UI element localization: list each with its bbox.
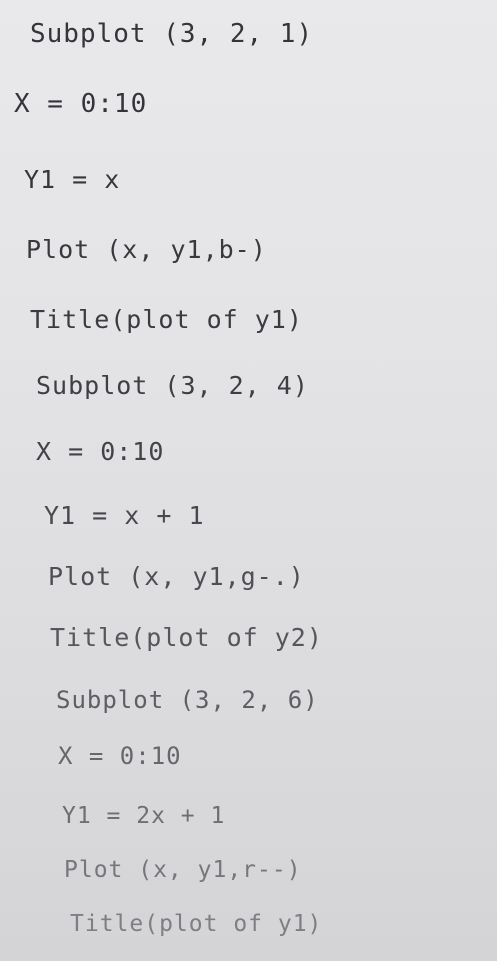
code-line-title-1: Title(plot of y1) xyxy=(30,305,303,334)
code-line-x-range-1: X = 0:10 xyxy=(14,89,148,119)
code-line-subplot-3: Subplot (3, 2, 6) xyxy=(56,686,319,714)
code-line-plot-3: Plot (x, y1,r--) xyxy=(64,857,302,883)
code-line-plot-1: Plot (x, y1,b-) xyxy=(26,235,267,264)
code-line-y1-def-3: Y1 = 2x + 1 xyxy=(62,803,226,829)
code-line-x-range-3: X = 0:10 xyxy=(58,742,182,770)
code-line-y1-def-2: Y1 = x + 1 xyxy=(44,501,205,530)
code-line-x-range-2: X = 0:10 xyxy=(36,437,165,466)
code-line-title-2: Title(plot of y2) xyxy=(50,623,323,652)
code-line-title-3: Title(plot of y1) xyxy=(70,911,323,937)
code-page: Subplot (3, 2, 1) X = 0:10 Y1 = x Plot (… xyxy=(0,0,497,961)
code-line-y1-def-1: Y1 = x xyxy=(24,165,121,194)
code-line-subplot-2: Subplot (3, 2, 4) xyxy=(36,371,309,400)
code-line-plot-2: Plot (x, y1,g-.) xyxy=(48,562,305,591)
code-line-subplot-1: Subplot (3, 2, 1) xyxy=(30,19,314,49)
